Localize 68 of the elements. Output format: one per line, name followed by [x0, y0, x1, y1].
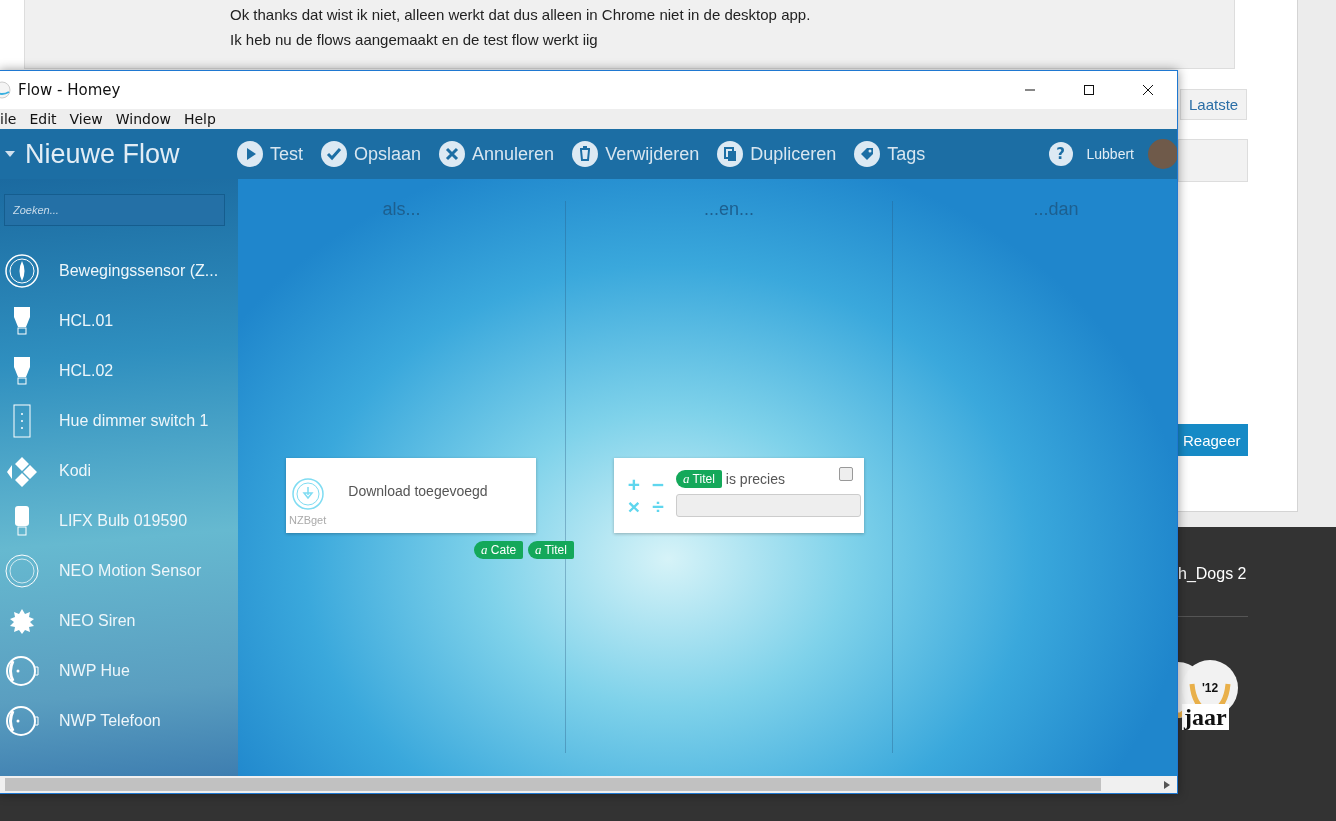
toolbar-button[interactable]: Annuleren	[439, 141, 555, 167]
condition-text: is precies	[725, 471, 785, 487]
math-operator-icon: ×	[624, 498, 644, 516]
menu-item[interactable]: Edit	[29, 110, 57, 128]
device-item[interactable]: NEO Siren	[0, 596, 238, 646]
device-item[interactable]: Bewegingssensor (Z...	[0, 246, 238, 296]
user-name: Lubbert	[1086, 146, 1134, 162]
card-title: Download toegevoegd	[348, 482, 488, 499]
download-icon	[291, 477, 324, 510]
arrow-right-icon	[1164, 780, 1170, 789]
column-heading: ...dan	[1032, 199, 1080, 221]
caret-icon	[5, 151, 15, 157]
tag-icon	[854, 141, 881, 167]
copy-icon	[717, 141, 744, 167]
math-operator-icon: +	[624, 476, 644, 494]
scrollbar[interactable]	[0, 776, 1177, 793]
flow-card[interactable]: + − × ÷ a Titel is precies	[614, 458, 864, 533]
scroll-thumb[interactable]	[5, 778, 1101, 791]
play-icon	[237, 141, 263, 167]
checkbox[interactable]	[839, 467, 853, 481]
window-title: Flow - Homey	[18, 81, 121, 99]
flow-title: Nieuwe Flow	[25, 138, 180, 170]
reply-button[interactable]: Reageer	[1177, 424, 1248, 456]
toolbar-button[interactable]: Tags	[854, 141, 926, 167]
round-sensor-icon	[4, 553, 40, 589]
column-heading: ...en...	[703, 199, 755, 221]
device-item[interactable]: NWP Telefoon	[0, 696, 238, 746]
flow-card[interactable]: NZBget Download toegevoegd	[286, 458, 536, 533]
math-operator-icon: −	[648, 476, 668, 494]
maximize-icon	[1083, 84, 1095, 96]
device-item[interactable]: HCL.02	[0, 346, 238, 396]
toolbar-button[interactable]: Opslaan	[321, 141, 422, 167]
device-item[interactable]: Kodi	[0, 446, 238, 496]
menu-item[interactable]: Window	[115, 110, 171, 128]
badge-year: '12	[1202, 681, 1219, 695]
post-text: Ik heb nu de flows aangemaakt en de test flow werkt iig	[230, 31, 599, 49]
token-tag[interactable]: a Titel	[676, 470, 722, 488]
toolbar-button[interactable]: Dupliceren	[717, 141, 837, 167]
toolbar-button[interactable]: Test	[237, 141, 303, 167]
wall-plug-icon	[4, 653, 40, 689]
post-text: Ok thanks dat wist ik niet, alleen werkt dat dus alleen in Chrome niet in de desktop app.	[230, 6, 812, 24]
menu-item[interactable]: ile	[0, 110, 17, 128]
toolbar-button[interactable]: Verwijderen	[572, 141, 700, 167]
footer-link[interactable]: h_Dogs 2	[1178, 565, 1247, 583]
math-operator-icon: ÷	[648, 498, 668, 516]
help-button[interactable]: ?	[1048, 142, 1073, 166]
device-item[interactable]: HCL.01	[0, 296, 238, 346]
column-heading: als...	[381, 199, 422, 221]
device-item[interactable]: NEO Motion Sensor	[0, 546, 238, 596]
wall-plug-icon	[4, 703, 40, 739]
sensor-icon	[4, 253, 40, 289]
device-item[interactable]: Hue dimmer switch 1	[0, 396, 238, 446]
checkmark-icon	[321, 141, 347, 167]
avatar[interactable]	[1148, 139, 1177, 169]
device-item[interactable]: NWP Hue	[0, 646, 238, 696]
menu-item[interactable]: View	[69, 110, 103, 128]
latest-button[interactable]: Laatste	[1180, 89, 1248, 120]
token-tag[interactable]: a Titel	[528, 541, 574, 559]
search-field[interactable]: Zoeken...	[4, 194, 225, 226]
badge-caption: jaar	[1182, 704, 1229, 730]
app-name: NZBget	[289, 513, 327, 526]
trash-icon	[572, 141, 599, 167]
close-icon	[1142, 84, 1154, 96]
menu-item[interactable]: Help	[183, 110, 216, 128]
value-field[interactable]	[676, 494, 861, 517]
input-field[interactable]	[1178, 139, 1248, 182]
token-tag[interactable]: a Cate	[474, 541, 524, 559]
close-icon	[439, 141, 466, 167]
